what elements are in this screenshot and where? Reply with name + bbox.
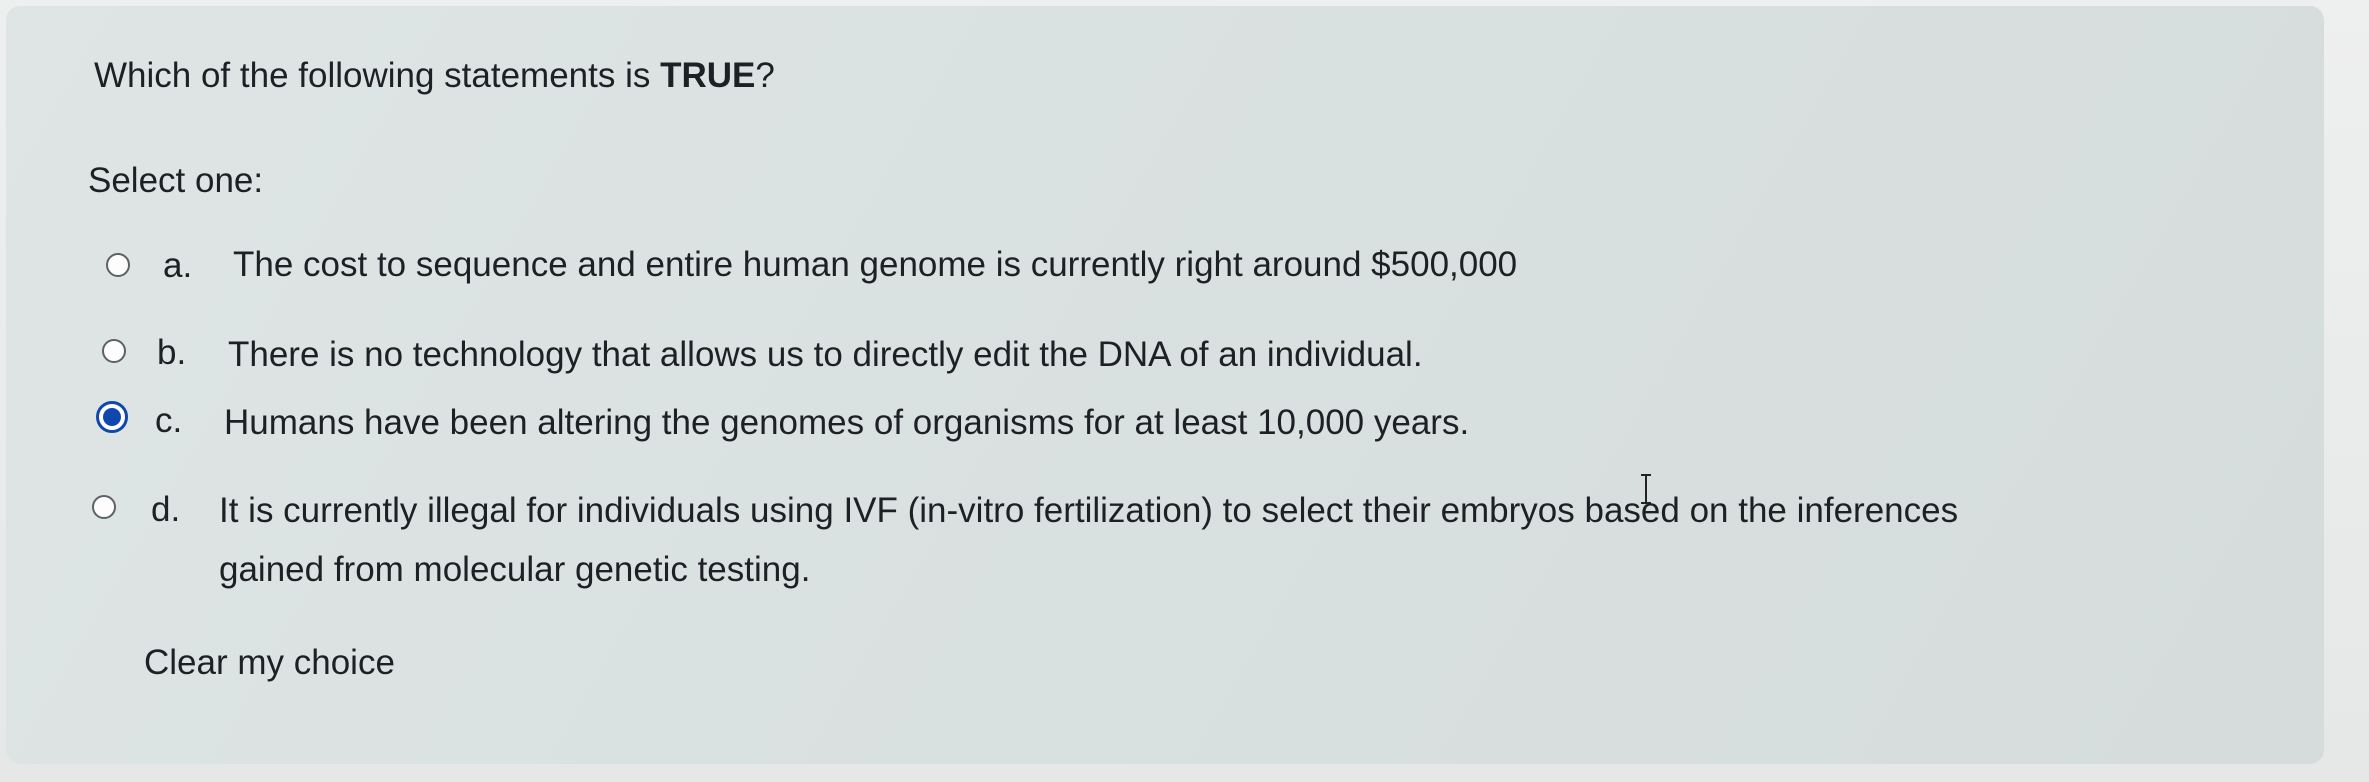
- option-letter-d: d.: [151, 490, 181, 529]
- question-text-start: Which of the following statements is: [94, 56, 661, 95]
- question-emphasis: TRUE: [660, 56, 756, 95]
- option-text-c: Humans have been altering the genomes of…: [224, 403, 1470, 442]
- radio-option-b[interactable]: [102, 339, 126, 363]
- option-text-a: The cost to sequence and entire human ge…: [233, 245, 1518, 284]
- option-letter-b: b.: [157, 333, 187, 372]
- option-letter-c: c.: [155, 401, 183, 440]
- screen: Which of the following statements is TRU…: [0, 0, 2369, 782]
- question-card: Which of the following statements is TRU…: [6, 6, 2324, 764]
- radio-option-a[interactable]: [106, 253, 130, 277]
- select-one-prompt: Select one:: [88, 161, 264, 200]
- text-cursor-icon: [1641, 474, 1651, 504]
- question-text: Which of the following statements is TRU…: [94, 56, 775, 96]
- question-text-end: ?: [755, 56, 775, 95]
- radio-option-d[interactable]: [92, 495, 116, 519]
- option-text-d-line2: gained from molecular genetic testing.: [219, 550, 811, 589]
- option-letter-a: a.: [163, 246, 193, 285]
- option-text-d-line1: It is currently illegal for individuals …: [219, 491, 1959, 530]
- clear-my-choice-link[interactable]: Clear my choice: [144, 643, 395, 683]
- radio-option-c[interactable]: [96, 401, 128, 433]
- option-text-b: There is no technology that allows us to…: [228, 335, 1423, 374]
